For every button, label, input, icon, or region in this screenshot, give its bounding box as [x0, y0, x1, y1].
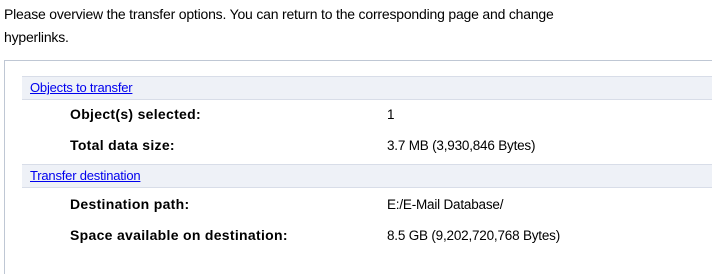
objects-to-transfer-link[interactable]: Objects to transfer [30, 79, 133, 97]
section-header-objects: Objects to transfer [22, 76, 712, 100]
total-data-size-label: Total data size: [70, 137, 175, 153]
space-available-value: 8.5 GB (9,202,720,768 Bytes) [387, 228, 561, 243]
section-header-destination: Transfer destination [22, 164, 712, 188]
destination-path-value: E:/E-Mail Database/ [387, 197, 504, 212]
objects-selected-value: 1 [387, 107, 395, 122]
total-data-size-value: 3.7 MB (3,930,846 Bytes) [387, 138, 536, 153]
space-available-label: Space available on destination: [70, 227, 288, 243]
transfer-destination-link[interactable]: Transfer destination [30, 167, 141, 185]
destination-path-label: Destination path: [70, 196, 190, 212]
objects-selected-label: Object(s) selected: [70, 106, 201, 122]
intro-text: Please overview the transfer options. Yo… [4, 6, 554, 45]
